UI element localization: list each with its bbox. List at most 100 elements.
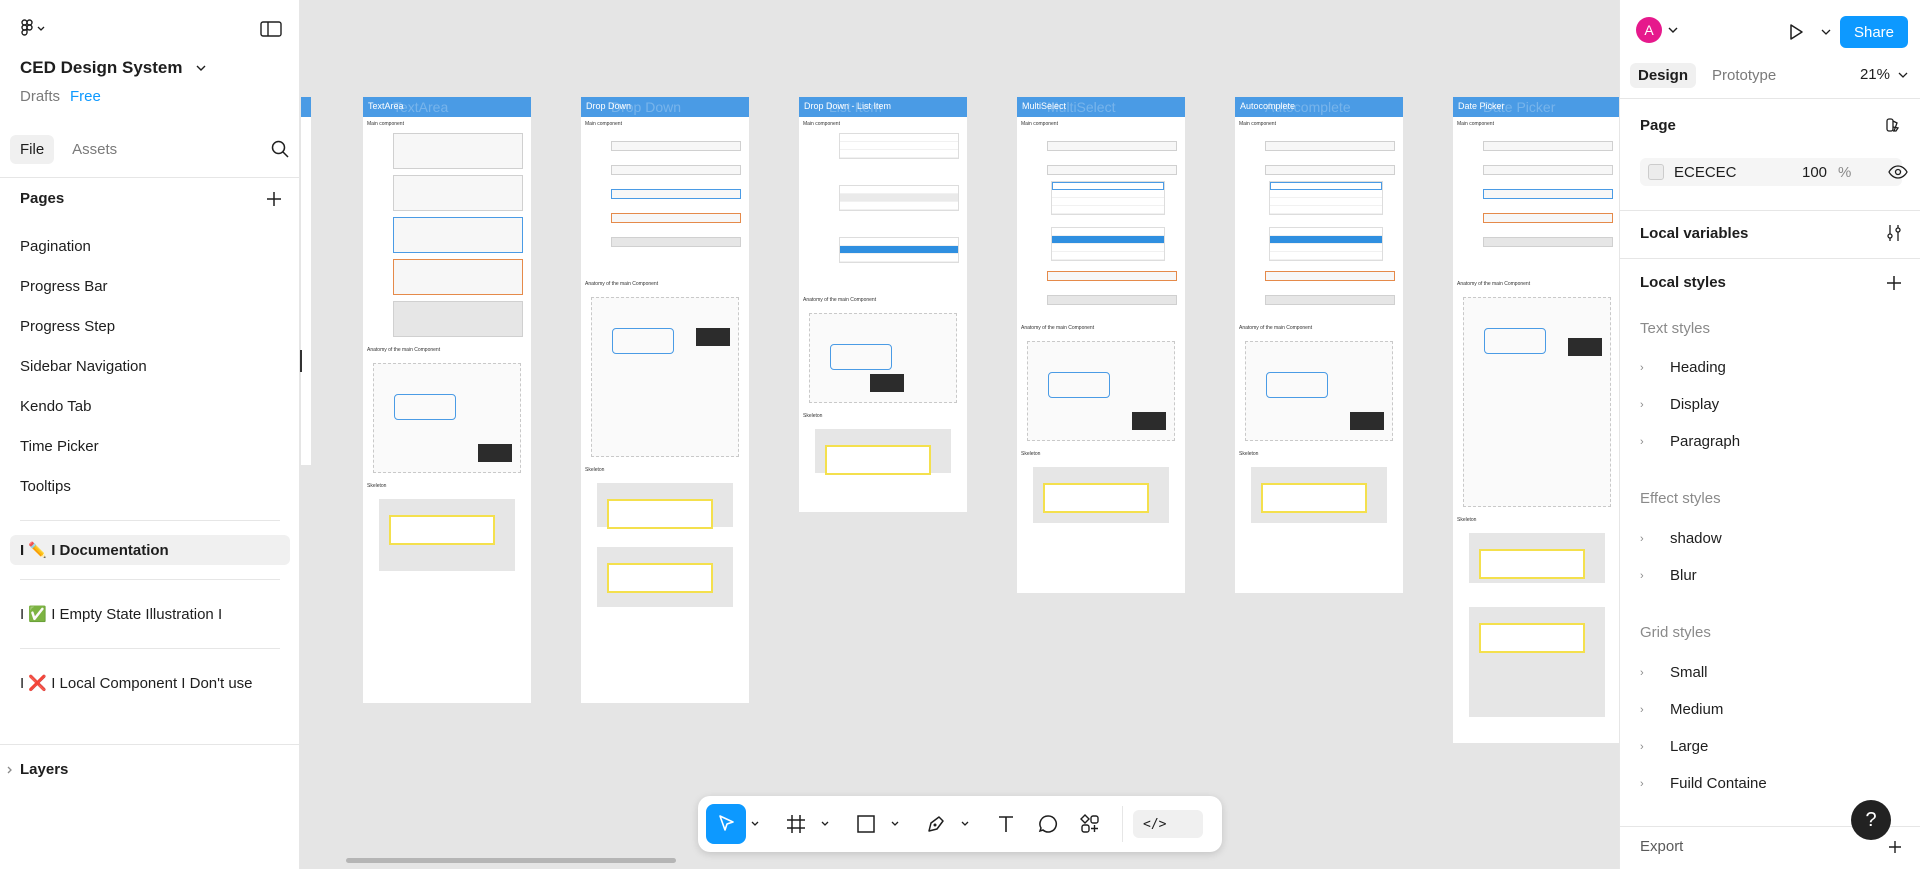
text-icon — [999, 816, 1013, 832]
chevron-right-icon[interactable]: › — [1640, 570, 1652, 582]
file-name[interactable]: CED Design System — [20, 58, 183, 78]
style-item-small[interactable]: › Small — [1640, 664, 1902, 681]
project-name[interactable]: Drafts — [20, 88, 60, 105]
page-item-documentation[interactable]: I ✏️ I Documentation — [10, 535, 290, 565]
spec-box — [1350, 412, 1384, 430]
tab-assets[interactable]: Assets — [62, 135, 127, 164]
frame-list-item[interactable]: Drop Down - List Item List Item Main comp… — [799, 97, 967, 512]
eye-icon[interactable] — [1888, 165, 1908, 179]
chevron-right-icon[interactable]: › — [1640, 362, 1652, 374]
chevron-right-icon[interactable]: › — [1640, 778, 1652, 790]
chevron-down-icon — [821, 821, 829, 826]
figma-menu-icon[interactable] — [20, 19, 46, 39]
chevron-right-icon[interactable]: › — [1640, 667, 1652, 679]
pen-tool-menu[interactable] — [958, 804, 972, 844]
page-item-sidebar-navigation[interactable]: Sidebar Navigation — [0, 346, 300, 386]
chevron-right-icon[interactable]: › — [1640, 436, 1652, 448]
pen-tool-button[interactable] — [916, 804, 956, 844]
chevron-down-icon[interactable] — [191, 61, 211, 75]
play-icon[interactable] — [1786, 22, 1806, 42]
chevron-down-icon[interactable] — [1820, 27, 1832, 37]
frame-header[interactable]: TextArea TextArea — [363, 97, 531, 117]
page-item-progress-step[interactable]: Progress Step — [0, 306, 300, 346]
mock-list — [839, 185, 959, 211]
page-item-tooltips[interactable]: Tooltips — [0, 466, 300, 506]
chevron-right-icon[interactable]: › — [1640, 533, 1652, 545]
page-item-empty-state[interactable]: I ✅ I Empty State Illustration I — [0, 594, 300, 634]
horizontal-scrollbar[interactable] — [346, 858, 676, 863]
page-item-time-picker[interactable]: Time Picker — [0, 426, 300, 466]
avatar[interactable]: A — [1636, 17, 1662, 43]
plan-badge[interactable]: Free — [70, 88, 101, 105]
frame-header[interactable]: Drop Down Drop Down — [581, 97, 749, 117]
shape-tool-menu[interactable] — [888, 804, 902, 844]
export-row[interactable]: Export — [1640, 838, 1902, 855]
comment-tool-button[interactable] — [1028, 804, 1068, 844]
mock-list — [1269, 227, 1383, 261]
page-item-pagination[interactable]: Pagination — [0, 226, 300, 266]
left-panel: CED Design System Drafts Free File Assets… — [0, 0, 300, 869]
frame-ghost-title: MultiSelect — [1047, 99, 1116, 115]
frame-autocomplete[interactable]: Autocomplete Autocomplete Main component … — [1235, 97, 1403, 593]
actions-tool-button[interactable] — [1070, 804, 1110, 844]
section-title: Skeleton — [1239, 451, 1259, 457]
frame-drop-down[interactable]: Drop Down Drop Down Main component Anatom… — [581, 97, 749, 703]
local-variables-row[interactable]: Local variables — [1640, 224, 1902, 242]
add-page-icon[interactable] — [266, 191, 282, 207]
style-item-fluid-container[interactable]: › Fuild Containe — [1640, 775, 1902, 792]
page-opacity-value[interactable]: 100 — [1802, 164, 1838, 181]
frame-textarea[interactable]: TextArea TextArea Main component Anatomy … — [363, 97, 531, 703]
chevron-right-icon[interactable]: › — [1640, 399, 1652, 411]
panel-resize-handle[interactable] — [300, 350, 302, 372]
add-export-icon[interactable] — [1888, 840, 1902, 854]
chevron-down-icon[interactable] — [1666, 25, 1680, 35]
styles-icon[interactable] — [1884, 116, 1902, 134]
section-title: Anatomy of the main Component — [585, 281, 659, 287]
tab-prototype[interactable]: Prototype — [1704, 63, 1784, 88]
zoom-control[interactable]: 21% — [1860, 66, 1910, 83]
style-item-shadow[interactable]: › shadow — [1640, 530, 1902, 547]
tab-file[interactable]: File — [10, 134, 55, 164]
search-icon[interactable] — [270, 139, 290, 159]
style-item-medium[interactable]: › Medium — [1640, 701, 1902, 718]
page-color-field[interactable]: ECECEC 100 % — [1640, 158, 1902, 186]
style-item-large[interactable]: › Large — [1640, 738, 1902, 755]
move-tool-menu[interactable] — [748, 804, 762, 844]
move-tool-button[interactable] — [706, 804, 746, 844]
page-item-progress-bar[interactable]: Progress Bar — [0, 266, 300, 306]
chevron-right-icon[interactable]: › — [1640, 741, 1652, 753]
add-style-icon[interactable] — [1886, 275, 1902, 291]
dev-mode-toggle[interactable]: </> — [1133, 810, 1203, 838]
help-button[interactable]: ? — [1851, 800, 1891, 840]
page-item-local-component[interactable]: I ❌ I Local Component I Don't use — [0, 663, 300, 703]
file-title[interactable]: CED Design System — [20, 58, 211, 78]
frame-header[interactable]: Date Picker Date Picker — [1453, 97, 1619, 117]
sidebar-toggle-icon[interactable] — [260, 20, 282, 38]
canvas[interactable]: TextArea TextArea Main component Anatomy … — [301, 0, 1619, 869]
style-item-paragraph[interactable]: › Paragraph — [1640, 433, 1902, 450]
style-item-display[interactable]: › Display — [1640, 396, 1902, 413]
tab-design[interactable]: Design — [1630, 62, 1697, 88]
frame-header[interactable]: MultiSelect MultiSelect — [1017, 97, 1185, 117]
page-item-kendo-tab[interactable]: Kendo Tab — [0, 386, 300, 426]
layers-header[interactable]: Layers — [0, 744, 300, 794]
frame-tool-menu[interactable] — [818, 804, 832, 844]
pencil-icon: ✏️ — [28, 542, 48, 559]
frame-date-picker[interactable]: Date Picker Date Picker Main component An… — [1453, 97, 1619, 743]
chevron-right-icon[interactable] — [4, 764, 16, 776]
chevron-right-icon[interactable]: › — [1640, 704, 1652, 716]
frame-header[interactable]: Autocomplete Autocomplete — [1235, 97, 1403, 117]
style-item-blur[interactable]: › Blur — [1640, 567, 1902, 584]
share-button[interactable]: Share — [1840, 16, 1908, 48]
mock-field — [611, 141, 741, 151]
frame-header[interactable]: Drop Down - List Item List Item — [799, 97, 967, 117]
color-swatch[interactable] — [1648, 164, 1664, 180]
frame-multiselect[interactable]: MultiSelect MultiSelect Main component An… — [1017, 97, 1185, 593]
page-prefix: I — [20, 541, 25, 559]
style-item-heading[interactable]: › Heading — [1640, 359, 1902, 376]
frame-tool-button[interactable] — [776, 804, 816, 844]
page-color-value[interactable]: ECECEC — [1674, 164, 1802, 181]
shape-tool-button[interactable] — [846, 804, 886, 844]
text-tool-button[interactable] — [986, 804, 1026, 844]
sliders-icon[interactable] — [1886, 224, 1902, 242]
